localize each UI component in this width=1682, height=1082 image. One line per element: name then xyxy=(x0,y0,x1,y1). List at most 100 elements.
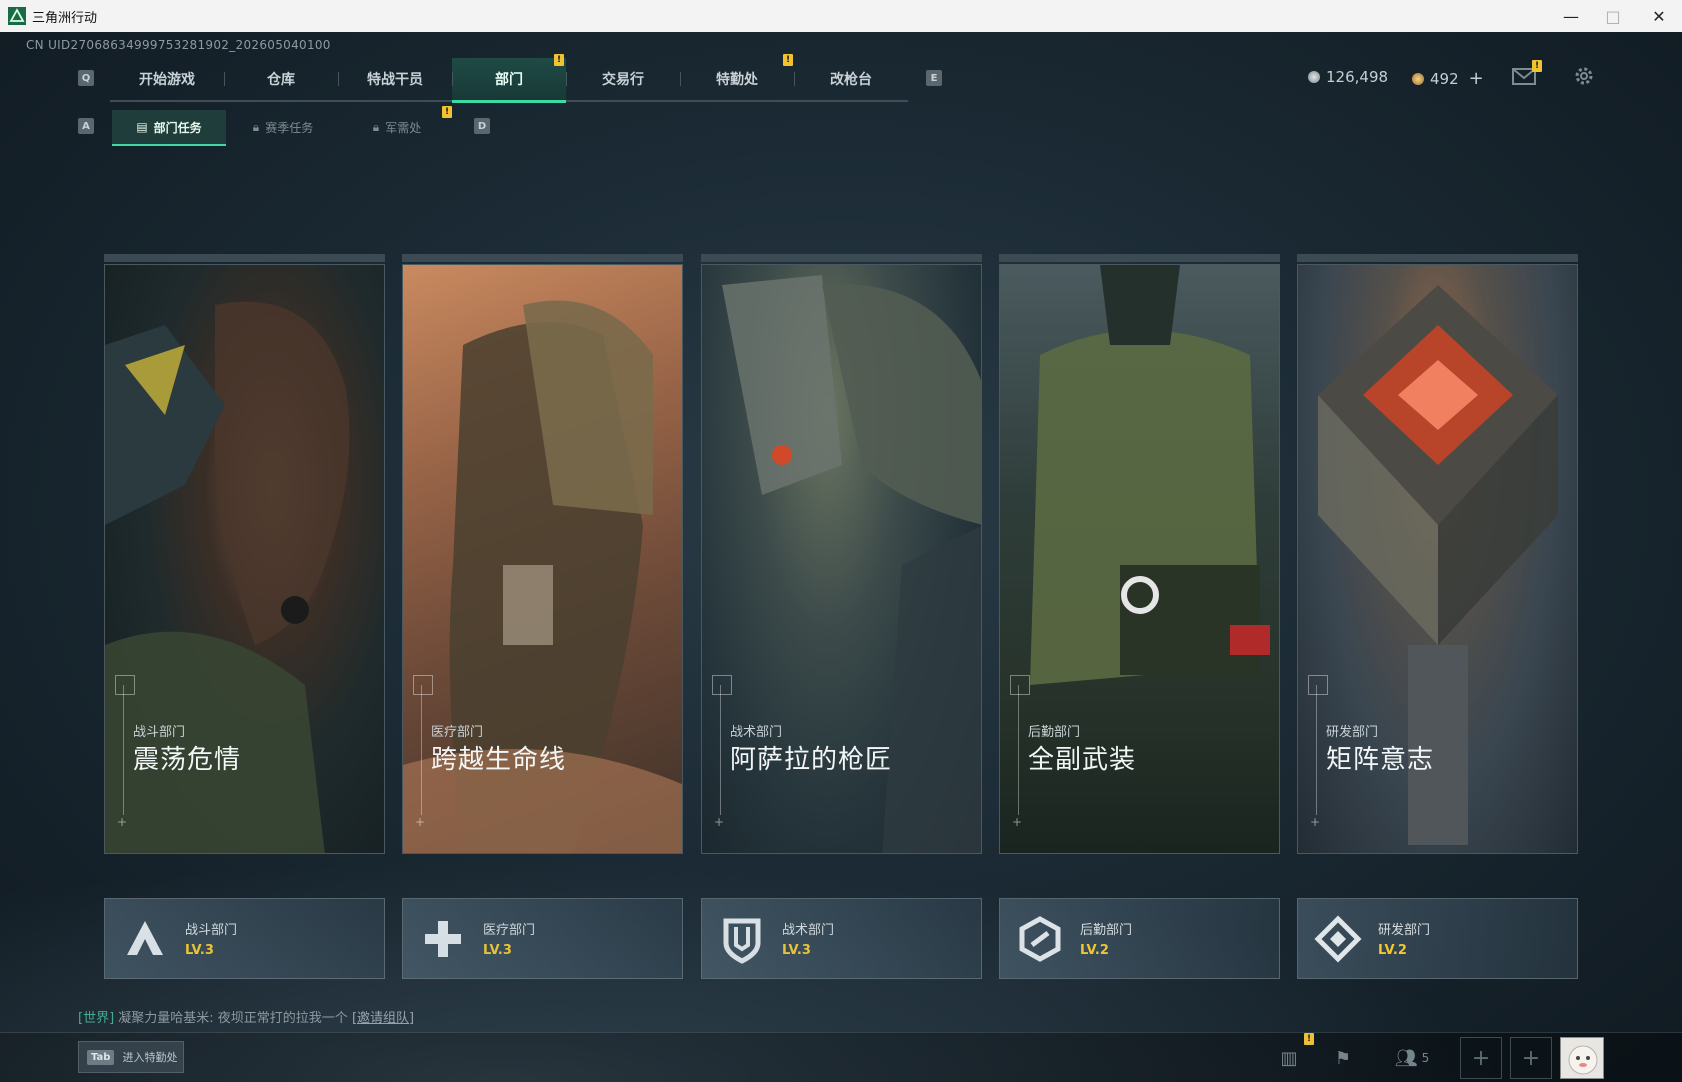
card-corner-mark xyxy=(712,675,732,695)
card-task-title: 阿萨拉的枪匠 xyxy=(730,745,893,775)
dept-card-combat[interactable]: + 战斗部门 震荡危情 xyxy=(104,254,385,854)
research-diamond-icon xyxy=(1314,915,1362,963)
add-member-icon: + xyxy=(1521,1045,1541,1071)
lock-icon: 🔒︎ xyxy=(252,119,260,134)
player-avatar[interactable] xyxy=(1560,1037,1604,1079)
card-guide-line xyxy=(1316,685,1317,815)
dept-name: 后勤部门 xyxy=(1080,923,1133,938)
dept-level: LV.3 xyxy=(185,943,214,958)
card-dept-label: 医疗部门 xyxy=(431,725,484,740)
nav-key-q: Q xyxy=(78,70,94,86)
card-task-title: 矩阵意志 xyxy=(1326,745,1435,775)
subtab-department-tasks[interactable]: ▤ 部门任务 xyxy=(112,110,226,146)
card-guide-line xyxy=(720,685,721,815)
dept-level-panel-logistics[interactable]: 后勤部门 LV.2 xyxy=(999,898,1280,979)
enter-special-ops-button[interactable]: Tab 进入特勤处 xyxy=(78,1041,184,1073)
dept-card-medical[interactable]: + 医疗部门 跨越生命线 xyxy=(402,254,683,854)
dept-level-panel-research[interactable]: 研发部门 LV.2 xyxy=(1297,898,1578,979)
card-header-strip xyxy=(104,254,385,262)
premium-balance: 492 + xyxy=(1412,68,1484,89)
tab-department[interactable]: 部门 xyxy=(452,58,566,103)
dept-name: 医疗部门 xyxy=(483,923,536,938)
friends-button[interactable]: 👥︎ 5 xyxy=(1392,1047,1432,1069)
card-dept-label: 战斗部门 xyxy=(133,725,186,740)
dept-level: LV.2 xyxy=(1378,943,1407,958)
tab-operators[interactable]: 特战干员 xyxy=(338,58,452,100)
flag-button[interactable]: ⚑ xyxy=(1330,1047,1356,1069)
subtab-quartermaster[interactable]: 🔒︎ 军需处 xyxy=(340,110,454,144)
special-ops-alert-badge: ! xyxy=(783,54,793,66)
card-header-strip xyxy=(701,254,982,262)
premium-coin-icon xyxy=(1412,72,1424,85)
logistics-hex-icon xyxy=(1019,916,1061,962)
tab-warehouse[interactable]: 仓库 xyxy=(224,58,338,100)
dept-level-panel-combat[interactable]: 战斗部门 LV.3 xyxy=(104,898,385,979)
card-guide-line xyxy=(421,685,422,815)
tab-special-ops[interactable]: 特勤处 xyxy=(680,58,794,100)
card-plus-mark: + xyxy=(1012,815,1023,829)
subnav-key-a: A xyxy=(78,118,94,134)
settings-button[interactable] xyxy=(1572,64,1596,88)
dept-level-panel-medical[interactable]: 医疗部门 LV.3 xyxy=(402,898,683,979)
tactical-shield-icon xyxy=(723,918,761,964)
medical-card-art: + 医疗部门 跨越生命线 xyxy=(402,264,683,854)
coin-amount: 126,498 xyxy=(1326,68,1389,86)
dept-card-research[interactable]: + 研发部门 矩阵意志 xyxy=(1297,254,1578,854)
task-list-icon: ▤ xyxy=(136,120,148,134)
dept-level: LV.2 xyxy=(1080,943,1109,958)
mail-alert-badge: ! xyxy=(1532,60,1542,72)
coin-icon xyxy=(1308,71,1320,83)
team-slot-2[interactable]: + xyxy=(1510,1037,1552,1079)
department-alert-badge: ! xyxy=(554,54,564,66)
flag-icon: ⚑ xyxy=(1334,1047,1352,1069)
card-header-strip xyxy=(1297,254,1578,262)
dept-card-logistics[interactable]: + 后勤部门 全副武装 xyxy=(999,254,1280,854)
medical-cross-icon xyxy=(425,921,461,957)
invite-team-link[interactable]: [邀请组队] xyxy=(352,1011,414,1026)
subnav-key-d: D xyxy=(474,118,490,134)
card-plus-mark: + xyxy=(1310,815,1321,829)
dept-name: 研发部门 xyxy=(1378,923,1431,938)
stats-button[interactable]: ▥ xyxy=(1276,1047,1302,1069)
nav-key-e: E xyxy=(926,70,942,86)
subtab-label: 赛季任务 xyxy=(265,120,314,135)
tab-trading[interactable]: 交易行 xyxy=(566,58,680,100)
maximize-button[interactable]: □ xyxy=(1590,0,1636,32)
minimize-button[interactable]: — xyxy=(1548,0,1594,32)
team-slot-1[interactable]: + xyxy=(1460,1037,1502,1079)
tab-key-hint: Tab xyxy=(87,1049,115,1065)
subtab-season-tasks[interactable]: 🔒︎ 赛季任务 xyxy=(226,110,340,144)
tab-start-game[interactable]: 开始游戏 xyxy=(110,58,224,100)
app-logo-icon xyxy=(8,7,26,25)
dept-level-panel-tactical[interactable]: 战术部门 LV.3 xyxy=(701,898,982,979)
card-dept-label: 战术部门 xyxy=(730,725,783,740)
card-corner-mark xyxy=(1010,675,1030,695)
world-chat-line: [世界] 凝聚力量哈基米: 夜坝正常打的拉我一个 [邀请组队] xyxy=(78,1007,414,1026)
subtab-label: 部门任务 xyxy=(153,120,202,135)
card-task-title: 全副武装 xyxy=(1028,745,1137,775)
add-currency-button[interactable]: + xyxy=(1469,68,1484,89)
dept-card-tactical[interactable]: + 战术部门 阿萨拉的枪匠 xyxy=(701,254,982,854)
card-plus-mark: + xyxy=(415,815,426,829)
bar-chart-icon: ▥ xyxy=(1280,1047,1298,1069)
add-member-icon: + xyxy=(1471,1045,1491,1071)
premium-amount: 492 xyxy=(1430,69,1459,88)
lock-icon: 🔒︎ xyxy=(372,119,380,134)
friends-count: 5 xyxy=(1421,1051,1430,1065)
card-header-strip xyxy=(402,254,683,262)
card-guide-line xyxy=(123,685,124,815)
stats-alert-badge: ! xyxy=(1304,1033,1314,1045)
dept-name: 战斗部门 xyxy=(185,923,238,938)
dept-level: LV.3 xyxy=(782,943,811,958)
research-card-art: + 研发部门 矩阵意志 xyxy=(1297,264,1578,854)
card-corner-mark xyxy=(115,675,135,695)
card-dept-label: 后勤部门 xyxy=(1028,725,1081,740)
card-header-strip xyxy=(999,254,1280,262)
combat-card-art: + 战斗部门 震荡危情 xyxy=(104,264,385,854)
bottom-bar: Tab 进入特勤处 ▥ ! ⚑ 👥︎ 5 + + xyxy=(0,1032,1682,1082)
close-button[interactable]: ✕ xyxy=(1636,0,1682,32)
coin-balance: 126,498 xyxy=(1308,68,1388,86)
card-plus-mark: + xyxy=(714,815,725,829)
tactical-card-art: + 战术部门 阿萨拉的枪匠 xyxy=(701,264,982,854)
tab-gunsmith[interactable]: 改枪台 xyxy=(794,58,908,100)
